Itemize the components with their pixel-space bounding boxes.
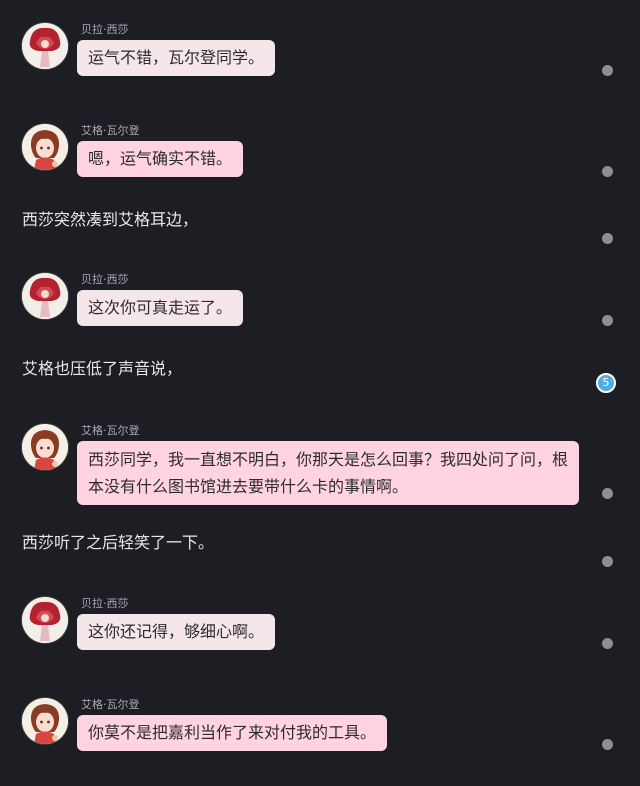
speaker-name: 艾格·瓦尔登 bbox=[81, 424, 140, 437]
avatar-bela-icon[interactable] bbox=[22, 23, 68, 69]
avatar-aige-icon[interactable] bbox=[22, 124, 68, 170]
avatar-aige-icon[interactable] bbox=[22, 698, 68, 744]
dot-icon[interactable] bbox=[602, 166, 613, 177]
dot-icon[interactable] bbox=[602, 233, 613, 244]
message-bubble[interactable]: 嗯，运气确实不错。 bbox=[77, 141, 244, 177]
chat-transcript: 贝拉·西莎 运气不错，瓦尔登同学。 艾格·瓦尔登 嗯，运气确实不错。 西莎突然凑… bbox=[0, 0, 640, 786]
narration-text: 西莎听了之后轻笑了一下。 bbox=[22, 533, 215, 552]
avatar-aige-icon[interactable] bbox=[22, 424, 68, 470]
dot-icon[interactable] bbox=[602, 739, 613, 750]
comment-count-badge[interactable]: 5 bbox=[596, 373, 616, 393]
narration-text: 西莎突然凑到艾格耳边， bbox=[22, 210, 199, 229]
dot-icon[interactable] bbox=[602, 65, 613, 76]
message-bubble[interactable]: 西莎同学，我一直想不明白，你那天是怎么回事？我四处问了问，根本没有什么图书馆进去… bbox=[77, 441, 579, 505]
dot-icon[interactable] bbox=[602, 638, 613, 649]
avatar-bela-icon[interactable] bbox=[22, 597, 68, 643]
narration-text: 艾格也压低了声音说， bbox=[22, 359, 183, 378]
dot-icon[interactable] bbox=[602, 315, 613, 326]
speaker-name: 贝拉·西莎 bbox=[81, 23, 129, 36]
message-bubble[interactable]: 这次你可真走运了。 bbox=[77, 290, 244, 326]
speaker-name: 艾格·瓦尔登 bbox=[81, 698, 140, 711]
message-bubble[interactable]: 你莫不是把嘉利当作了来对付我的工具。 bbox=[77, 715, 388, 751]
speaker-name: 贝拉·西莎 bbox=[81, 597, 129, 610]
avatar-bela-icon[interactable] bbox=[22, 273, 68, 319]
message-bubble[interactable]: 这你还记得，够细心啊。 bbox=[77, 614, 276, 650]
dot-icon[interactable] bbox=[602, 556, 613, 567]
speaker-name: 贝拉·西莎 bbox=[81, 273, 129, 286]
speaker-name: 艾格·瓦尔登 bbox=[81, 124, 140, 137]
message-bubble[interactable]: 运气不错，瓦尔登同学。 bbox=[77, 40, 276, 76]
dot-icon[interactable] bbox=[602, 488, 613, 499]
